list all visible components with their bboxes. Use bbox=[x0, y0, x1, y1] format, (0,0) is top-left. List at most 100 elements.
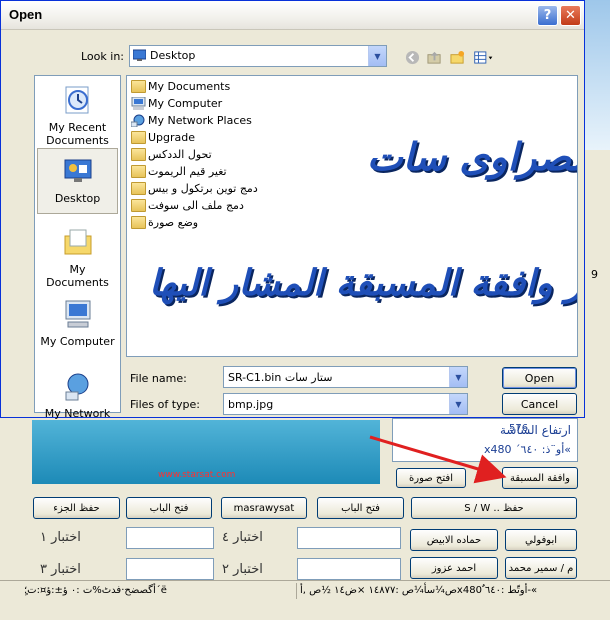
chevron-down-icon[interactable]: ▼ bbox=[449, 367, 467, 387]
list-item[interactable]: دمج توين برتكول و بيس bbox=[131, 180, 258, 196]
my-network-icon bbox=[65, 373, 88, 401]
help-icon: ? bbox=[543, 8, 552, 23]
hamada-button[interactable]: حماده الابيض bbox=[410, 529, 498, 551]
place-label: My Documents bbox=[46, 263, 109, 289]
open-door-button[interactable]: فتح الباب bbox=[126, 497, 212, 519]
network-places-icon bbox=[131, 114, 145, 127]
image-watermark: www.starsat.com bbox=[158, 470, 236, 480]
file-name-value: SR-C1.bin ستار سات bbox=[228, 371, 333, 384]
folder-icon bbox=[131, 198, 146, 212]
resolution-detail: x480 ´أو¨ذ: ٦٤٠« bbox=[484, 443, 571, 456]
open-dialog: Open ? ✕ Look in: Desktop ▼ My Recent Do… bbox=[0, 0, 585, 420]
place-label: My Network bbox=[44, 407, 111, 420]
new-folder-icon[interactable] bbox=[448, 48, 466, 66]
list-item[interactable]: Upgrade bbox=[131, 129, 195, 145]
app-right-edge: 9 bbox=[585, 150, 610, 420]
resolution-info-box: 576 ارتفاع الشاشة x480 ´أو¨ذ: ٦٤٠« bbox=[392, 418, 578, 462]
file-name: دمج توين برتكول و بيس bbox=[148, 181, 258, 195]
folder-icon bbox=[131, 215, 146, 229]
file-name: دمج ملف الى سوفت bbox=[148, 198, 244, 212]
desktop-icon bbox=[64, 159, 91, 182]
dialog-title: Open bbox=[9, 7, 43, 22]
place-my-network[interactable]: My Network bbox=[37, 364, 118, 430]
resolution-label: ارتفاع الشاشة bbox=[499, 423, 571, 437]
cancel-button[interactable]: Cancel bbox=[502, 393, 577, 415]
open-button[interactable]: Open bbox=[502, 367, 577, 389]
test-4-field[interactable] bbox=[297, 527, 401, 549]
test-1-label: اختبار ١ bbox=[40, 530, 81, 545]
bottom-strip bbox=[0, 602, 610, 619]
place-my-documents[interactable]: My Documents bbox=[37, 220, 118, 289]
test-2-field[interactable] bbox=[297, 558, 401, 580]
places-bar: My Recent Documents Desktop My Documents bbox=[34, 75, 121, 420]
desktop-small-icon bbox=[133, 49, 146, 61]
open-image-button[interactable]: افتح صورة bbox=[396, 468, 466, 488]
folder-icon bbox=[131, 147, 146, 161]
help-button[interactable]: ? bbox=[537, 5, 558, 26]
file-name: تحول الددكس bbox=[148, 147, 212, 161]
look-in-combo[interactable]: Desktop ▼ bbox=[129, 45, 387, 67]
status-right: ص¼سأ¼ص :١٤٨٧٧ ×ض١٤ ½ص ,أx480 ٌأوتّط :٦٤٠… bbox=[300, 585, 538, 596]
overlay-instruction-text: لتغير الصوره اختار وافقة المسبقة المشار … bbox=[149, 262, 577, 304]
close-button[interactable]: ✕ bbox=[560, 5, 581, 26]
status-bar: أگصضح·فدٹ%ت :٠ ؤ±:ؤ¤:ت؛ٍ´ë ص¼سأ¼ص :١٤٨٧٧… bbox=[0, 580, 610, 603]
list-item[interactable]: دمج ملف الى سوفت bbox=[131, 197, 244, 213]
test-1-field[interactable] bbox=[126, 527, 214, 549]
title-bar: Open ? ✕ bbox=[1, 1, 584, 30]
file-name-label: File name: bbox=[130, 372, 187, 385]
file-name: My Network Places bbox=[148, 113, 252, 127]
my-documents-icon bbox=[64, 229, 91, 255]
place-label: My Recent Documents bbox=[46, 121, 109, 147]
masrawysat-button[interactable]: masrawysat bbox=[221, 497, 307, 519]
test-2-label: اختبار ٢ bbox=[222, 562, 263, 577]
place-recent-documents[interactable]: My Recent Documents bbox=[37, 78, 118, 147]
views-menu-icon[interactable] bbox=[472, 48, 496, 66]
folder-icon bbox=[131, 130, 146, 144]
my-documents-icon bbox=[131, 79, 146, 93]
up-folder-icon[interactable] bbox=[425, 48, 443, 66]
folder-icon bbox=[131, 164, 146, 178]
close-icon: ✕ bbox=[565, 8, 576, 23]
folder-icon bbox=[131, 181, 146, 195]
file-type-select[interactable]: bmp.jpg ▼ bbox=[223, 393, 468, 415]
save-software-button[interactable]: S / W .. حفظ bbox=[411, 497, 577, 519]
file-name-input[interactable]: SR-C1.bin ستار سات ▼ bbox=[223, 366, 468, 388]
file-name: وضع صورة bbox=[148, 215, 199, 229]
file-name: تغير قيم الريموت bbox=[148, 164, 227, 178]
file-name: My Computer bbox=[148, 96, 223, 110]
list-item[interactable]: My Documents bbox=[131, 78, 230, 94]
look-in-value: Desktop bbox=[150, 49, 196, 62]
file-type-value: bmp.jpg bbox=[228, 398, 274, 411]
abofouly-button[interactable]: ابوفولي bbox=[505, 529, 577, 551]
back-icon[interactable] bbox=[403, 48, 421, 66]
samir-mohamed-button[interactable]: م / سمير محمد bbox=[505, 557, 577, 579]
status-separator bbox=[296, 583, 297, 599]
ahmed-azzouz-button[interactable]: احمد عزوز bbox=[410, 557, 498, 579]
chevron-down-icon[interactable]: ▼ bbox=[449, 394, 467, 414]
open-door-button-2[interactable]: فتح الباب bbox=[317, 497, 404, 519]
list-item[interactable]: تغير قيم الريموت bbox=[131, 163, 227, 179]
my-computer-icon bbox=[131, 96, 146, 110]
overlay-title-text: جابر احمد مصراوى سات bbox=[367, 134, 577, 179]
status-left: أگصضح·فدٹ%ت :٠ ؤ±:ؤ¤:ت؛ٍ´ë bbox=[24, 585, 167, 596]
approve-button[interactable]: وافقة المسبقة bbox=[502, 467, 578, 489]
chevron-down-icon[interactable]: ▼ bbox=[368, 46, 386, 66]
list-item[interactable]: وضع صورة bbox=[131, 214, 198, 230]
recent-documents-icon bbox=[65, 86, 88, 114]
my-computer-icon bbox=[65, 300, 90, 328]
list-item[interactable]: تحول الددكس bbox=[131, 146, 212, 162]
place-label: Desktop bbox=[54, 192, 101, 205]
test-3-label: اختبار ٣ bbox=[40, 562, 81, 577]
edge-text: 9 bbox=[591, 268, 598, 281]
look-in-label: Look in: bbox=[81, 50, 124, 63]
test-3-field[interactable] bbox=[126, 558, 214, 580]
list-item[interactable]: My Computer bbox=[131, 95, 222, 111]
place-my-computer[interactable]: My Computer bbox=[37, 292, 118, 358]
place-desktop[interactable]: Desktop bbox=[37, 148, 118, 214]
test-4-label: اختبار ٤ bbox=[222, 530, 263, 545]
file-list: My Documents My Computer My Network Plac… bbox=[126, 75, 578, 357]
file-name: Upgrade bbox=[148, 130, 196, 144]
save-part-button[interactable]: حفظ الجزء bbox=[33, 497, 120, 519]
file-name: My Documents bbox=[148, 79, 231, 93]
list-item[interactable]: My Network Places bbox=[131, 112, 252, 128]
